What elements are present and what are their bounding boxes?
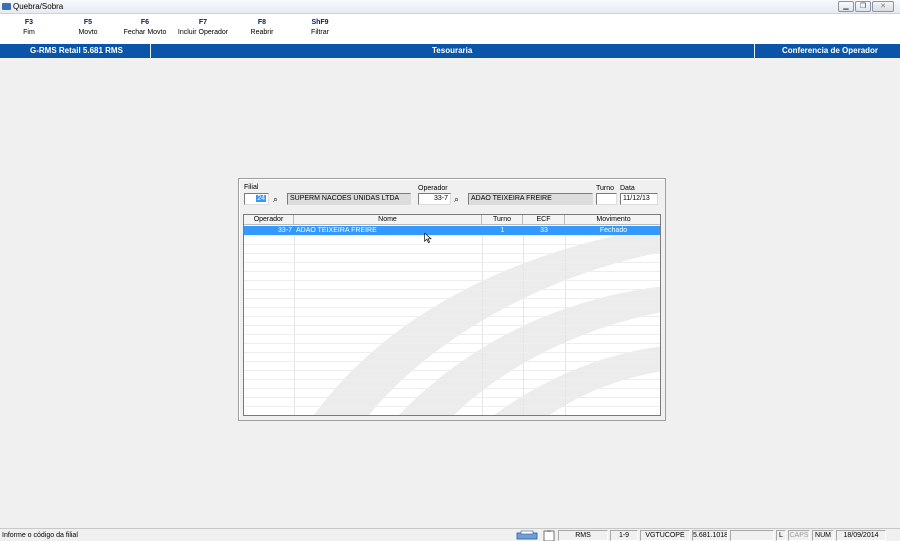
row-line xyxy=(244,289,660,290)
fkey-code: ShF9 xyxy=(311,19,329,26)
filial-label: Filial xyxy=(244,184,259,191)
module-banner: G-RMS Retail 5.681 RMS Tesouraria Confer… xyxy=(0,44,900,58)
status-program: VGTUCOPE xyxy=(640,530,690,541)
mouse-cursor-icon xyxy=(424,233,432,243)
fkey-fim-button[interactable]: F3 Fim xyxy=(18,19,40,36)
row-line xyxy=(244,379,660,380)
status-user: RMS xyxy=(558,530,608,541)
row-line xyxy=(244,244,660,245)
fkey-label: Incluir Operador xyxy=(177,29,229,36)
row-line xyxy=(244,271,660,272)
cell-ecf: 33 xyxy=(540,227,548,234)
row-line xyxy=(244,262,660,263)
row-line xyxy=(244,298,660,299)
status-message: Informe o código da filial xyxy=(2,532,78,539)
row-line xyxy=(244,397,660,398)
col-header-turno[interactable]: Turno xyxy=(482,215,523,225)
status-lock: L xyxy=(776,530,786,541)
status-bar: Informe o código da filial RMS 1-9 VGTUC… xyxy=(0,528,900,541)
row-line xyxy=(244,334,660,335)
clipboard-icon[interactable] xyxy=(542,530,556,541)
status-range: 1-9 xyxy=(610,530,638,541)
fkey-code: F7 xyxy=(198,19,208,26)
banner-module: Tesouraria xyxy=(432,46,473,55)
cell-operador: 33-7 xyxy=(277,227,292,234)
banner-screen: Conferencia de Operador xyxy=(782,46,879,55)
cell-nome: ADAO TEIXEIRA FREIRE xyxy=(296,227,377,234)
fkey-reabrir-button[interactable]: F8 Reabrir xyxy=(247,19,277,36)
row-line xyxy=(244,370,660,371)
window-controls: ▁ ❐ ✕ xyxy=(838,1,894,12)
col-header-movimento[interactable]: Movimento xyxy=(565,215,660,225)
fkey-label: Filtrar xyxy=(311,29,329,36)
filial-name-field: SUPERM NACOES UNIDAS LTDA xyxy=(287,193,411,205)
col-header-ecf[interactable]: ECF xyxy=(523,215,565,225)
fkey-label: Movto xyxy=(78,29,98,36)
minimize-button[interactable]: ▁ xyxy=(838,1,854,12)
fkey-incluir-operador-button[interactable]: F7 Incluir Operador xyxy=(175,19,231,36)
status-caps: CAPS xyxy=(788,530,810,541)
title-bar: Quebra/Sobra ▁ ❐ ✕ xyxy=(0,0,900,14)
fkey-label: Fim xyxy=(23,29,35,36)
fkey-fechar-movto-button[interactable]: F6 Fechar Movto xyxy=(121,19,169,36)
status-version: 5.681.1018 xyxy=(692,530,728,541)
binoculars-icon[interactable]: ⌕ xyxy=(454,194,459,204)
app-icon xyxy=(2,3,11,10)
operador-input[interactable]: 33-7 xyxy=(418,193,451,205)
row-line xyxy=(244,325,660,326)
row-line xyxy=(244,235,660,236)
fkey-label: Reabrir xyxy=(250,29,274,36)
fkey-label: Fechar Movto xyxy=(123,29,167,36)
filial-value: 24 xyxy=(256,195,266,202)
grid-header: Operador Nome Turno ECF Movimento xyxy=(244,215,660,225)
data-input[interactable]: 11/12/13 xyxy=(620,193,658,205)
fkey-code: F3 xyxy=(24,19,34,26)
operador-label: Operador xyxy=(418,185,448,192)
restore-button[interactable]: ❐ xyxy=(855,1,871,12)
cell-turno: 1 xyxy=(500,227,505,234)
col-header-nome[interactable]: Nome xyxy=(294,215,482,225)
conferencia-dialog: Filial 24 ⌕ SUPERM NACOES UNIDAS LTDA Op… xyxy=(238,178,666,421)
close-button[interactable]: ✕ xyxy=(872,1,894,12)
status-empty xyxy=(730,530,774,541)
operador-name-field: ADAO TEIXEIRA FREIRE xyxy=(468,193,593,205)
row-line xyxy=(244,343,660,344)
row-line xyxy=(244,406,660,407)
turno-input[interactable] xyxy=(596,193,617,205)
row-line xyxy=(244,280,660,281)
banner-divider xyxy=(754,44,755,58)
fkey-code: F8 xyxy=(257,19,267,26)
data-label: Data xyxy=(620,185,635,192)
fkey-filtrar-button[interactable]: ShF9 Filtrar xyxy=(306,19,334,36)
row-line xyxy=(244,388,660,389)
fkey-code: F5 xyxy=(83,19,93,26)
printer-icon[interactable] xyxy=(515,530,539,541)
row-line xyxy=(244,316,660,317)
banner-divider xyxy=(150,44,151,58)
row-line xyxy=(244,415,660,416)
table-row[interactable]: 33-7 ADAO TEIXEIRA FREIRE 1 33 Fechado xyxy=(244,226,660,235)
window-title: Quebra/Sobra xyxy=(13,2,64,11)
cell-movimento: Fechado xyxy=(599,227,628,234)
fkey-code: F6 xyxy=(140,19,150,26)
row-line xyxy=(244,352,660,353)
status-num: NUM xyxy=(812,530,834,541)
row-line xyxy=(244,253,660,254)
col-header-operador[interactable]: Operador xyxy=(244,215,294,225)
binoculars-icon[interactable]: ⌕ xyxy=(273,194,278,204)
row-line xyxy=(244,307,660,308)
status-date: 18/09/2014 xyxy=(836,530,886,541)
banner-product: G-RMS Retail 5.681 RMS xyxy=(30,46,123,55)
turno-label: Turno xyxy=(596,185,615,192)
row-line xyxy=(244,361,660,362)
function-key-toolbar: F3 Fim F5 Movto F6 Fechar Movto F7 Inclu… xyxy=(0,14,900,44)
operator-grid[interactable]: Operador Nome Turno ECF Movimento 33-7 A… xyxy=(243,214,661,416)
filial-input[interactable]: 24 xyxy=(244,193,269,205)
fkey-movto-button[interactable]: F5 Movto xyxy=(74,19,102,36)
